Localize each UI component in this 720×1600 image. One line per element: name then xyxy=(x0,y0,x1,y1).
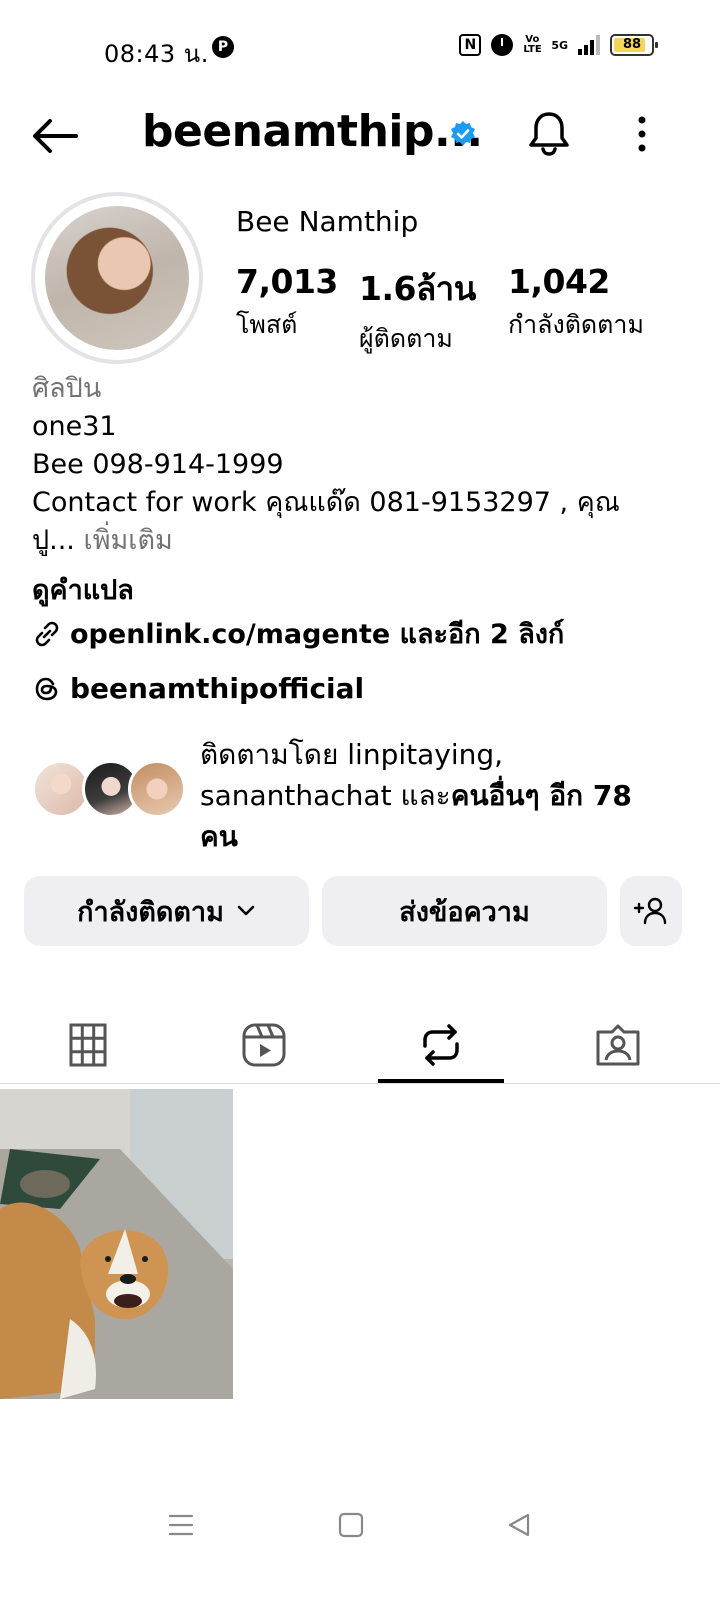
bio-category: ศิลปิน xyxy=(32,373,102,404)
verified-badge-icon xyxy=(451,121,475,146)
message-button-label: ส่งข้อความ xyxy=(399,896,530,928)
stat-label: กำลังติดตาม xyxy=(508,310,644,339)
tab-tagged[interactable] xyxy=(530,1010,706,1080)
tab-posts-grid[interactable] xyxy=(0,1010,176,1080)
avatar[interactable] xyxy=(45,206,189,350)
stat-value: 1.6ล้าน xyxy=(359,269,476,308)
pinterest-icon: P xyxy=(212,36,234,58)
stat-value: 1,042 xyxy=(508,262,610,301)
stat-value: 7,013 xyxy=(236,262,338,301)
status-bar: 08:43 น. P N Vo LTE 5G 88 xyxy=(0,0,720,96)
display-name: Bee Namthip xyxy=(236,205,419,238)
back-button[interactable] xyxy=(30,116,80,156)
bio: ศิลปิน one31 Bee 098-914-1999 Contact fo… xyxy=(32,370,682,560)
bell-icon xyxy=(529,112,569,156)
tab-divider xyxy=(0,1083,720,1084)
mutual-name: sananthachat xyxy=(200,779,401,812)
link-icon xyxy=(35,621,59,646)
message-button[interactable]: ส่งข้อความ xyxy=(322,876,607,946)
network-type: 5G xyxy=(551,38,568,52)
threads-icon xyxy=(35,677,58,700)
system-nav-bar xyxy=(0,1490,720,1570)
reels-icon xyxy=(242,1023,286,1067)
notifications-button[interactable] xyxy=(525,108,573,158)
stat-label: ผู้ติดตาม xyxy=(359,324,453,353)
profile-link[interactable]: openlink.co/magente และอีก 2 ลิงก์ xyxy=(32,612,564,655)
more-options-button[interactable] xyxy=(632,114,652,154)
add-user-icon xyxy=(633,897,667,925)
tab-reposts[interactable] xyxy=(353,1010,529,1080)
bio-text: ปู... xyxy=(32,525,75,556)
profile-link-text: openlink.co/magente และอีก 2 ลิงก์ xyxy=(70,619,565,650)
tab-reels[interactable] xyxy=(176,1010,352,1080)
battery-icon: 88 xyxy=(610,34,658,56)
grid-icon xyxy=(69,1023,107,1067)
mutual-others-suffix: คน xyxy=(200,820,238,853)
stat-posts[interactable]: 7,013 โพสต์ xyxy=(236,262,338,345)
status-time: 08:43 น. xyxy=(104,40,209,68)
bio-line: one31 xyxy=(32,411,117,442)
see-translation-link[interactable]: ดูคำแปล xyxy=(32,568,134,611)
add-user-button[interactable] xyxy=(620,876,682,946)
more-vertical-icon xyxy=(638,116,646,152)
mutual-name: linpitaying, xyxy=(347,738,504,771)
mutual-avatar xyxy=(128,760,186,818)
mutual-and: และ xyxy=(400,779,451,812)
status-icons: N Vo LTE 5G 88 xyxy=(459,34,658,56)
battery-level: 88 xyxy=(622,37,642,52)
tagged-icon xyxy=(596,1024,640,1066)
mutual-others: คนอื่นๆ อีก 78 xyxy=(450,779,632,812)
alarm-icon xyxy=(491,34,514,56)
nfc-icon: N xyxy=(459,34,482,56)
reposts-icon xyxy=(423,1024,459,1066)
back-arrow-icon xyxy=(33,119,78,153)
chevron-down-icon xyxy=(237,905,255,916)
stat-followers[interactable]: 1.6ล้าน ผู้ติดตาม xyxy=(359,262,476,359)
following-button-label: กำลังติดตาม xyxy=(77,896,224,928)
threads-link[interactable]: beenamthipofficial xyxy=(32,672,364,705)
bio-line: Bee 098-914-1999 xyxy=(32,449,284,480)
mutual-followers[interactable]: ติดตามโดย linpitaying, sananthachat และค… xyxy=(32,734,692,854)
back-triangle-icon[interactable] xyxy=(506,1512,532,1538)
signal-icon xyxy=(578,35,600,55)
home-icon[interactable] xyxy=(338,1512,364,1538)
mutual-followers-text: ติดตามโดย linpitaying, sananthachat และค… xyxy=(200,734,670,857)
dog-photo-image xyxy=(0,1089,233,1399)
post-thumbnail[interactable] xyxy=(0,1089,233,1399)
threads-username: beenamthipofficial xyxy=(70,672,365,705)
profile-header: beenamthip... xyxy=(0,96,720,176)
menu-icon[interactable] xyxy=(168,1512,194,1538)
stat-label: โพสต์ xyxy=(236,310,298,339)
mutual-prefix: ติดตามโดย xyxy=(200,738,348,771)
profile-username[interactable]: beenamthip... xyxy=(142,106,483,157)
bio-more-link[interactable]: เพิ่มเติม xyxy=(75,525,172,556)
volte-icon: Vo LTE xyxy=(523,34,542,55)
following-button[interactable]: กำลังติดตาม xyxy=(24,876,309,946)
bio-line-last: ปู... เพิ่มเติม xyxy=(32,522,682,560)
bio-line: Contact for work คุณแด๊ด 081-9153297 , ค… xyxy=(32,487,620,518)
stat-following[interactable]: 1,042 กำลังติดตาม xyxy=(508,262,644,345)
